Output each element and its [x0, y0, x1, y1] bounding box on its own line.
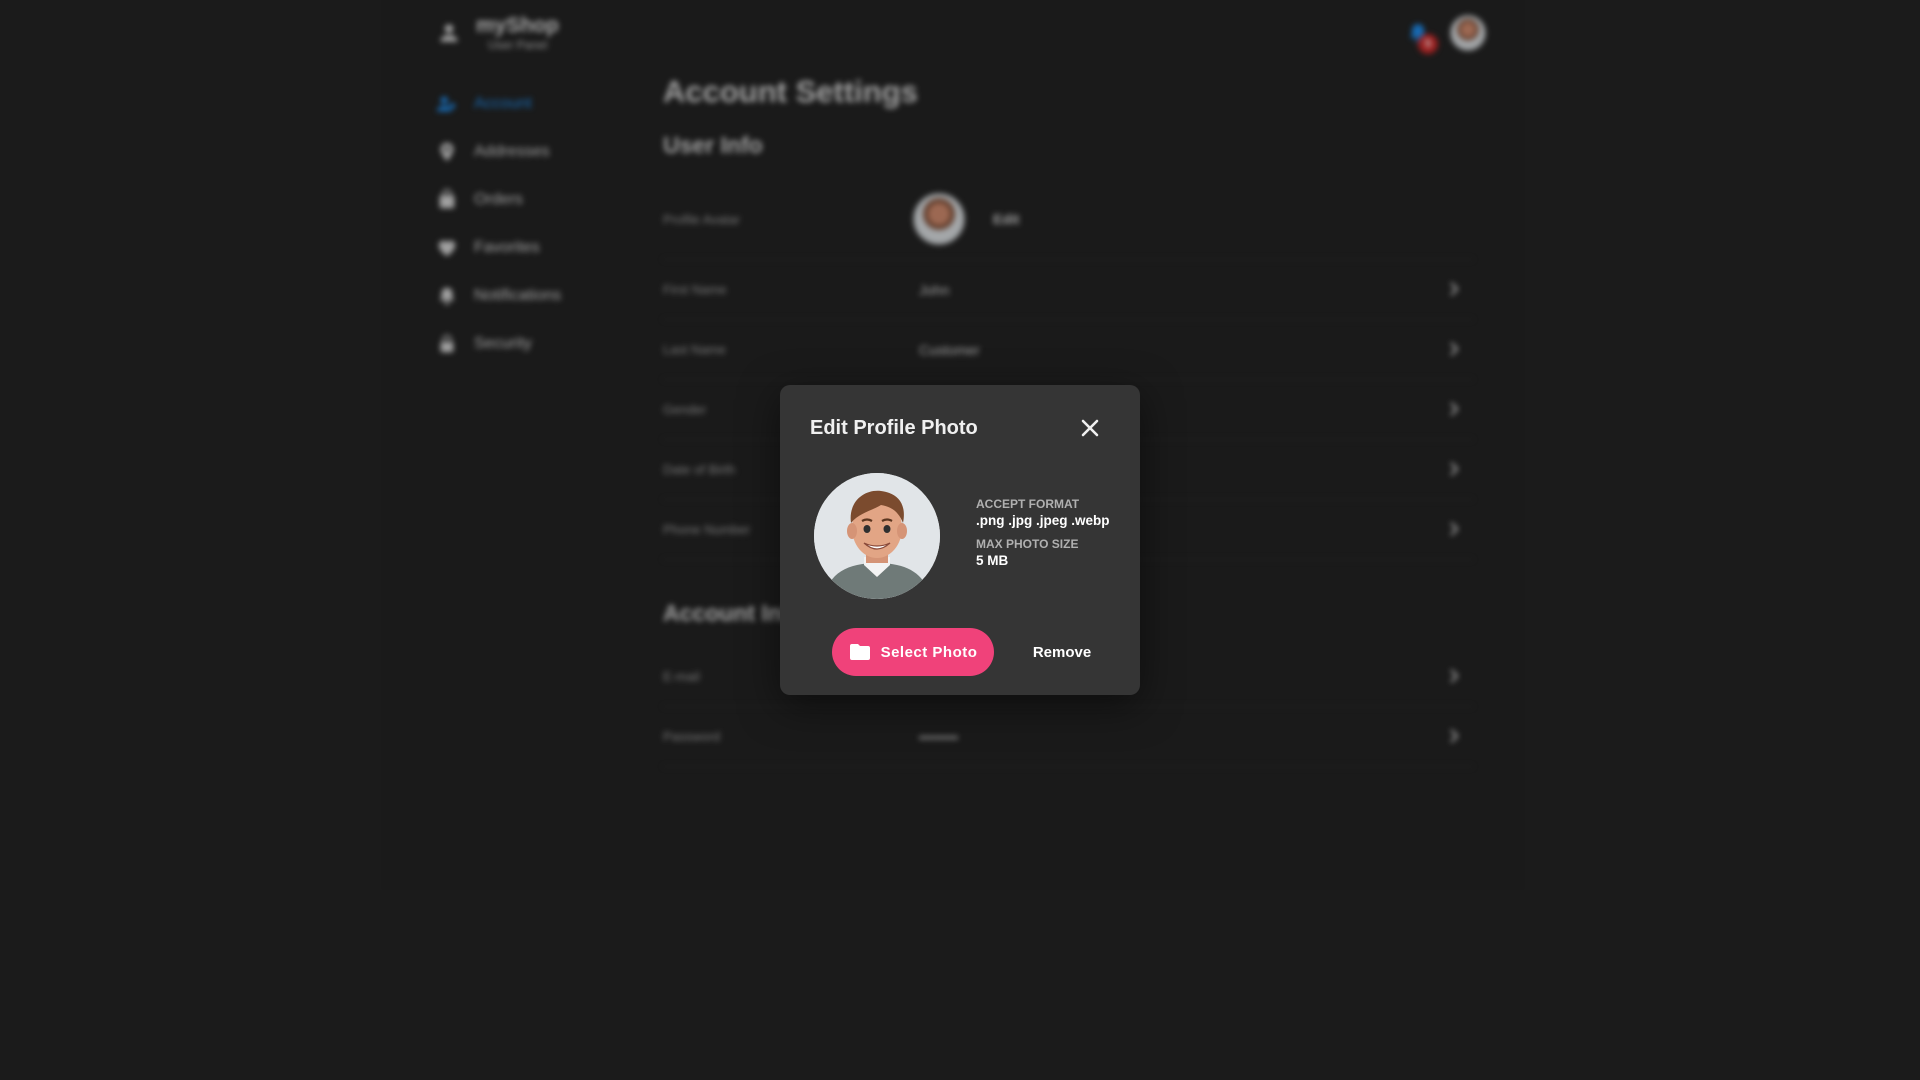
- accept-format-label: ACCEPT FORMAT: [976, 497, 1080, 511]
- max-photo-size-value: 5 MB: [976, 553, 1009, 568]
- max-photo-size-label: MAX PHOTO SIZE: [976, 537, 1079, 551]
- profile-photo-preview: [814, 473, 940, 599]
- dialog-title: Edit Profile Photo: [810, 417, 978, 439]
- photo-requirements: ACCEPT FORMAT .png .jpg .jpeg .webp MAX …: [976, 497, 1110, 577]
- close-icon[interactable]: [1075, 413, 1105, 443]
- select-photo-button[interactable]: Select Photo: [832, 628, 994, 676]
- select-photo-label: Select Photo: [880, 643, 978, 661]
- avatar-illustration: [814, 473, 940, 599]
- edit-profile-photo-dialog: Edit Profile Photo ACCEPT FORMAT .png .j…: [780, 385, 1140, 695]
- remove-photo-button[interactable]: Remove: [1012, 628, 1112, 676]
- folder-icon: [849, 644, 870, 660]
- accept-format-value: .png .jpg .jpeg .webp: [976, 513, 1110, 528]
